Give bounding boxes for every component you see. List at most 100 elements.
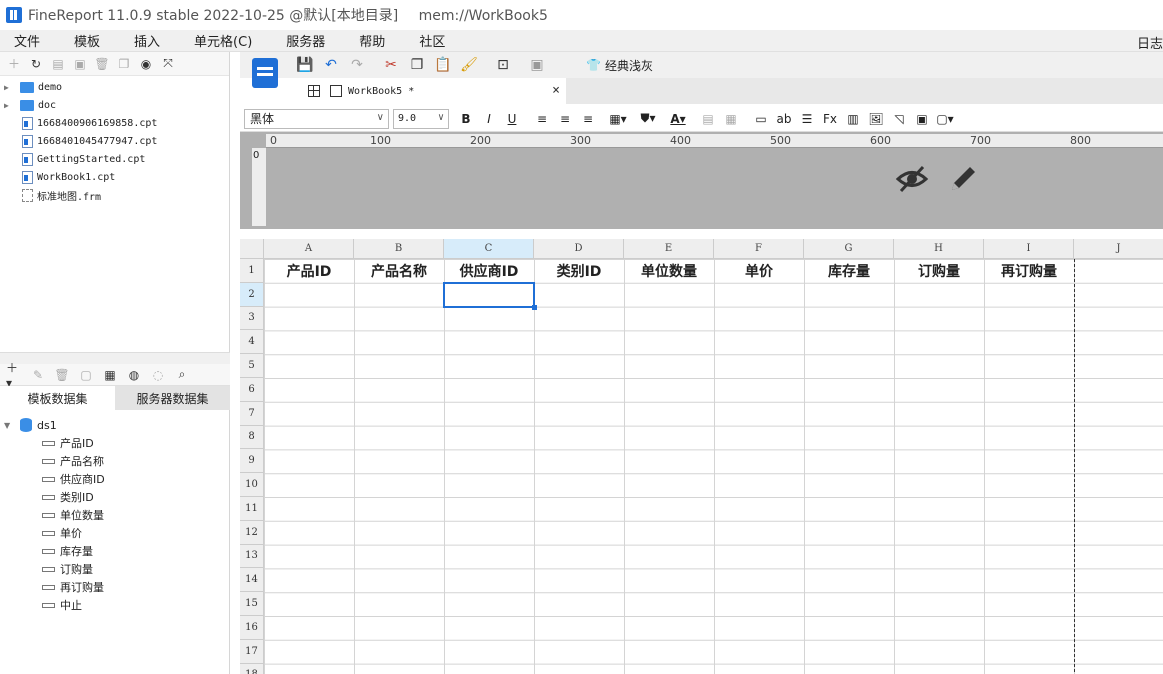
hide-eye-icon[interactable] — [895, 162, 929, 196]
cut-icon[interactable]: ✂ — [382, 56, 400, 74]
row-header-8[interactable]: 8 — [240, 425, 264, 450]
redo-icon[interactable]: ↷ — [348, 56, 366, 74]
row-header-9[interactable]: 9 — [240, 449, 264, 474]
row-header-1[interactable]: 1 — [240, 259, 264, 283]
row-header-16[interactable]: 16 — [240, 616, 264, 640]
dataset-settings-icon[interactable]: ▦ — [102, 367, 118, 383]
dataset-root[interactable]: ▼ ds1 — [0, 416, 230, 434]
search-icon[interactable]: ⌕ — [174, 367, 190, 383]
row-header-2[interactable]: 2 — [240, 282, 264, 307]
refresh-icon[interactable]: ↻ — [28, 56, 44, 72]
dataset-field[interactable]: 单位数量 — [0, 506, 230, 524]
collapse-icon[interactable]: ⤧ — [160, 56, 176, 72]
expand-arrow-icon[interactable]: ▶ — [4, 101, 14, 110]
locate-icon[interactable]: ◉ — [138, 56, 154, 72]
parameter-icon[interactable]: ⊡ — [494, 56, 512, 74]
cell-c1[interactable]: 供应商ID — [444, 259, 534, 282]
align-left-icon[interactable]: ≡ — [533, 110, 551, 128]
tab-server-dataset[interactable]: 服务器数据集 — [115, 386, 230, 410]
add-dataset-icon[interactable]: ＋▾ — [6, 361, 22, 390]
cell-grid[interactable] — [264, 259, 1163, 674]
cell-h1[interactable]: 订购量 — [894, 259, 984, 282]
menu-insert[interactable]: 插入 — [120, 31, 170, 50]
font-select[interactable]: 黑体 ∨ — [244, 108, 389, 129]
menu-template[interactable]: 模板 — [60, 31, 110, 50]
column-header-g[interactable]: G — [804, 239, 894, 259]
column-header-a[interactable]: A — [264, 239, 354, 259]
cell-e1[interactable]: 单位数量 — [624, 259, 714, 282]
undo-icon[interactable]: ↶ — [322, 56, 340, 74]
row-header-17[interactable]: 17 — [240, 639, 264, 664]
selected-cell[interactable] — [443, 281, 535, 308]
subreport-icon[interactable]: ▣ — [913, 110, 931, 128]
underline-icon[interactable]: U — [503, 110, 521, 128]
template-type-icon[interactable] — [252, 58, 278, 88]
edit-pen-icon[interactable] — [946, 162, 980, 196]
row-header-10[interactable]: 10 — [240, 473, 264, 497]
select-all-corner[interactable] — [240, 239, 264, 259]
dataset-field[interactable]: 类别ID — [0, 488, 230, 506]
dataset-field[interactable]: 库存量 — [0, 542, 230, 560]
rich-text-icon[interactable]: ☰ — [798, 110, 816, 128]
dataset-field[interactable]: 订购量 — [0, 560, 230, 578]
tree-item-file[interactable]: 1668401045477947.cpt — [0, 132, 229, 150]
column-header-i[interactable]: I — [984, 239, 1074, 259]
open-file-icon[interactable]: ▤ — [50, 56, 66, 72]
insert-row-icon[interactable]: ▭ — [752, 110, 770, 128]
align-center-icon[interactable]: ≡ — [556, 110, 574, 128]
copy-icon[interactable]: ❐ — [408, 56, 426, 74]
cell-f1[interactable]: 单价 — [714, 259, 804, 282]
font-color-icon[interactable]: A▾ — [669, 110, 687, 128]
row-header-14[interactable]: 14 — [240, 568, 264, 593]
delete-icon[interactable]: 🗑 — [54, 367, 70, 383]
image-icon[interactable]: 🖼 — [867, 110, 885, 128]
menu-file[interactable]: 文件 — [0, 31, 50, 50]
new-folder-icon[interactable]: ＋ — [6, 56, 22, 72]
preview-icon[interactable]: ▢ — [78, 367, 94, 383]
tree-item-file[interactable]: 标准地图.frm — [0, 186, 229, 204]
align-right-icon[interactable]: ≡ — [579, 110, 597, 128]
column-header-c[interactable]: C — [444, 239, 534, 259]
row-header-7[interactable]: 7 — [240, 401, 264, 426]
cell-b1[interactable]: 产品名称 — [354, 259, 444, 282]
document-tab[interactable]: WorkBook5 * × — [300, 78, 566, 104]
edit-icon[interactable]: ✎ — [30, 367, 46, 383]
tab-template-dataset[interactable]: 模板数据集 — [0, 386, 115, 410]
row-header-11[interactable]: 11 — [240, 497, 264, 521]
dataset-field[interactable]: 供应商ID — [0, 470, 230, 488]
italic-icon[interactable]: I — [480, 110, 498, 128]
menu-log[interactable]: 日志 — [1137, 33, 1163, 52]
tree-item-file[interactable]: GettingStarted.cpt — [0, 150, 229, 168]
row-header-18[interactable]: 18 — [240, 663, 264, 674]
save-icon[interactable]: 💾 — [296, 56, 314, 74]
delete-icon[interactable]: 🗑 — [94, 56, 110, 72]
tree-item-file[interactable]: WorkBook1.cpt — [0, 168, 229, 186]
panel-splitter[interactable] — [0, 352, 230, 364]
fill-handle[interactable] — [532, 304, 537, 310]
lock-icon[interactable]: ▣ — [72, 56, 88, 72]
column-header-j[interactable]: J — [1074, 239, 1163, 259]
expand-arrow-icon[interactable]: ▶ — [4, 83, 14, 92]
cell-g1[interactable]: 库存量 — [804, 259, 894, 282]
column-header-h[interactable]: H — [894, 239, 984, 259]
row-header-3[interactable]: 3 — [240, 306, 264, 331]
dataset-field[interactable]: 中止 — [0, 596, 230, 614]
dataset-field[interactable]: 产品名称 — [0, 452, 230, 470]
close-tab-icon[interactable]: × — [552, 83, 560, 98]
menu-community[interactable]: 社区 — [405, 31, 455, 50]
slash-icon[interactable]: ◹ — [890, 110, 908, 128]
tree-item-file[interactable]: 1668400906169858.cpt — [0, 114, 229, 132]
dataset-field[interactable]: 产品ID — [0, 434, 230, 452]
menu-server[interactable]: 服务器 — [272, 31, 335, 50]
text-icon[interactable]: ab — [775, 110, 793, 128]
row-header-5[interactable]: 5 — [240, 354, 264, 378]
copy-icon[interactable]: ❐ — [116, 56, 132, 72]
border-icon[interactable]: ▦▾ — [609, 110, 627, 128]
formula-icon[interactable]: Fx — [821, 110, 839, 128]
theme-button[interactable]: 👕 经典浅灰 — [586, 57, 653, 74]
dataset-field[interactable]: 单价 — [0, 524, 230, 542]
cell-attr-icon[interactable]: ▢▾ — [936, 110, 954, 128]
cell-a1[interactable]: 产品ID — [264, 259, 354, 282]
row-header-13[interactable]: 13 — [240, 544, 264, 569]
collapse-arrow-icon[interactable]: ▼ — [4, 421, 14, 430]
